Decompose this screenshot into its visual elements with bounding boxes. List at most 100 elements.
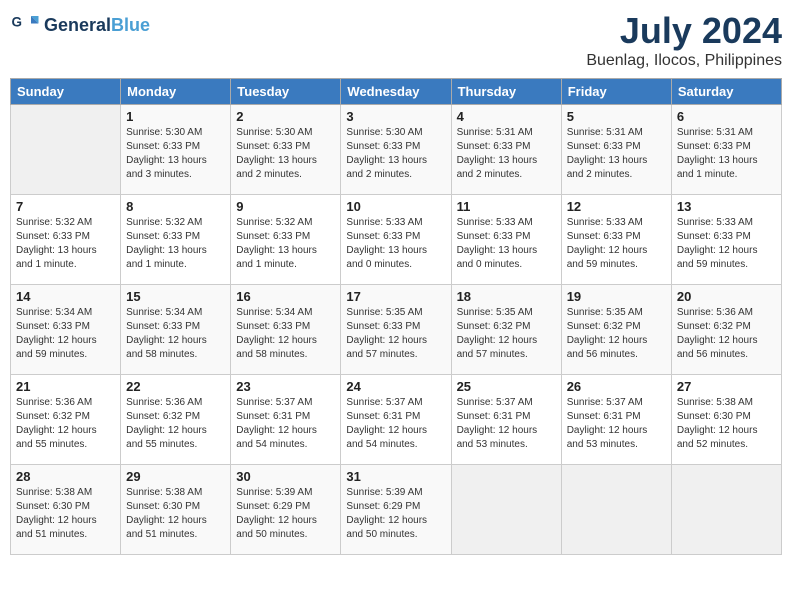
day-number: 16 [236,289,335,304]
day-info: Sunrise: 5:30 AMSunset: 6:33 PMDaylight:… [236,126,335,182]
day-number: 11 [457,199,556,214]
day-info: Sunrise: 5:37 AMSunset: 6:31 PMDaylight:… [567,396,666,452]
day-number: 15 [126,289,225,304]
calendar-week-2: 7 Sunrise: 5:32 AMSunset: 6:33 PMDayligh… [11,195,782,285]
col-header-saturday: Saturday [671,79,781,105]
logo: G GeneralBlue [10,10,150,40]
day-number: 8 [126,199,225,214]
calendar-cell: 2 Sunrise: 5:30 AMSunset: 6:33 PMDayligh… [231,105,341,195]
day-number: 31 [346,469,445,484]
day-info: Sunrise: 5:35 AMSunset: 6:32 PMDaylight:… [567,306,666,362]
day-info: Sunrise: 5:35 AMSunset: 6:33 PMDaylight:… [346,306,445,362]
calendar-cell: 3 Sunrise: 5:30 AMSunset: 6:33 PMDayligh… [341,105,451,195]
day-number: 23 [236,379,335,394]
day-info: Sunrise: 5:31 AMSunset: 6:33 PMDaylight:… [457,126,556,182]
day-number: 26 [567,379,666,394]
col-header-monday: Monday [121,79,231,105]
day-info: Sunrise: 5:37 AMSunset: 6:31 PMDaylight:… [346,396,445,452]
calendar-cell: 27 Sunrise: 5:38 AMSunset: 6:30 PMDaylig… [671,375,781,465]
day-info: Sunrise: 5:39 AMSunset: 6:29 PMDaylight:… [236,486,335,542]
day-number: 5 [567,109,666,124]
calendar-cell: 31 Sunrise: 5:39 AMSunset: 6:29 PMDaylig… [341,465,451,555]
col-header-wednesday: Wednesday [341,79,451,105]
day-number: 22 [126,379,225,394]
day-number: 12 [567,199,666,214]
logo-icon: G [10,10,40,40]
month-year-title: July 2024 [586,10,782,52]
day-info: Sunrise: 5:39 AMSunset: 6:29 PMDaylight:… [346,486,445,542]
calendar-cell: 21 Sunrise: 5:36 AMSunset: 6:32 PMDaylig… [11,375,121,465]
day-number: 7 [16,199,115,214]
day-number: 21 [16,379,115,394]
day-info: Sunrise: 5:33 AMSunset: 6:33 PMDaylight:… [677,216,776,272]
calendar-cell [11,105,121,195]
col-header-tuesday: Tuesday [231,79,341,105]
day-number: 2 [236,109,335,124]
day-info: Sunrise: 5:34 AMSunset: 6:33 PMDaylight:… [126,306,225,362]
calendar-week-1: 1 Sunrise: 5:30 AMSunset: 6:33 PMDayligh… [11,105,782,195]
calendar-cell: 24 Sunrise: 5:37 AMSunset: 6:31 PMDaylig… [341,375,451,465]
day-info: Sunrise: 5:38 AMSunset: 6:30 PMDaylight:… [16,486,115,542]
calendar-week-4: 21 Sunrise: 5:36 AMSunset: 6:32 PMDaylig… [11,375,782,465]
title-block: July 2024 Buenlag, Ilocos, Philippines [586,10,782,70]
day-number: 14 [16,289,115,304]
calendar-cell: 14 Sunrise: 5:34 AMSunset: 6:33 PMDaylig… [11,285,121,375]
day-info: Sunrise: 5:34 AMSunset: 6:33 PMDaylight:… [16,306,115,362]
calendar-cell: 16 Sunrise: 5:34 AMSunset: 6:33 PMDaylig… [231,285,341,375]
col-header-sunday: Sunday [11,79,121,105]
day-info: Sunrise: 5:37 AMSunset: 6:31 PMDaylight:… [457,396,556,452]
day-number: 9 [236,199,335,214]
day-info: Sunrise: 5:38 AMSunset: 6:30 PMDaylight:… [677,396,776,452]
day-number: 28 [16,469,115,484]
location-label: Buenlag, Ilocos, Philippines [586,52,782,70]
day-info: Sunrise: 5:33 AMSunset: 6:33 PMDaylight:… [346,216,445,272]
day-number: 24 [346,379,445,394]
calendar-cell [451,465,561,555]
day-number: 20 [677,289,776,304]
day-number: 1 [126,109,225,124]
calendar-cell: 8 Sunrise: 5:32 AMSunset: 6:33 PMDayligh… [121,195,231,285]
calendar-cell: 22 Sunrise: 5:36 AMSunset: 6:32 PMDaylig… [121,375,231,465]
day-number: 29 [126,469,225,484]
day-info: Sunrise: 5:30 AMSunset: 6:33 PMDaylight:… [346,126,445,182]
day-number: 27 [677,379,776,394]
calendar-cell: 20 Sunrise: 5:36 AMSunset: 6:32 PMDaylig… [671,285,781,375]
calendar-cell: 1 Sunrise: 5:30 AMSunset: 6:33 PMDayligh… [121,105,231,195]
calendar-cell: 9 Sunrise: 5:32 AMSunset: 6:33 PMDayligh… [231,195,341,285]
day-info: Sunrise: 5:32 AMSunset: 6:33 PMDaylight:… [126,216,225,272]
day-number: 30 [236,469,335,484]
calendar-cell: 15 Sunrise: 5:34 AMSunset: 6:33 PMDaylig… [121,285,231,375]
calendar-cell: 28 Sunrise: 5:38 AMSunset: 6:30 PMDaylig… [11,465,121,555]
day-info: Sunrise: 5:35 AMSunset: 6:32 PMDaylight:… [457,306,556,362]
day-number: 6 [677,109,776,124]
svg-text:G: G [12,15,23,30]
calendar-cell: 18 Sunrise: 5:35 AMSunset: 6:32 PMDaylig… [451,285,561,375]
calendar-header-row: SundayMondayTuesdayWednesdayThursdayFrid… [11,79,782,105]
day-info: Sunrise: 5:38 AMSunset: 6:30 PMDaylight:… [126,486,225,542]
day-number: 13 [677,199,776,214]
calendar-cell: 12 Sunrise: 5:33 AMSunset: 6:33 PMDaylig… [561,195,671,285]
logo-text: GeneralBlue [44,15,150,36]
day-info: Sunrise: 5:30 AMSunset: 6:33 PMDaylight:… [126,126,225,182]
calendar-cell: 30 Sunrise: 5:39 AMSunset: 6:29 PMDaylig… [231,465,341,555]
calendar-cell: 10 Sunrise: 5:33 AMSunset: 6:33 PMDaylig… [341,195,451,285]
day-info: Sunrise: 5:33 AMSunset: 6:33 PMDaylight:… [457,216,556,272]
day-info: Sunrise: 5:32 AMSunset: 6:33 PMDaylight:… [16,216,115,272]
col-header-friday: Friday [561,79,671,105]
calendar-cell: 11 Sunrise: 5:33 AMSunset: 6:33 PMDaylig… [451,195,561,285]
calendar-cell: 13 Sunrise: 5:33 AMSunset: 6:33 PMDaylig… [671,195,781,285]
day-number: 17 [346,289,445,304]
calendar-cell: 23 Sunrise: 5:37 AMSunset: 6:31 PMDaylig… [231,375,341,465]
calendar-cell: 5 Sunrise: 5:31 AMSunset: 6:33 PMDayligh… [561,105,671,195]
day-info: Sunrise: 5:33 AMSunset: 6:33 PMDaylight:… [567,216,666,272]
calendar-cell: 29 Sunrise: 5:38 AMSunset: 6:30 PMDaylig… [121,465,231,555]
calendar-cell: 17 Sunrise: 5:35 AMSunset: 6:33 PMDaylig… [341,285,451,375]
day-info: Sunrise: 5:32 AMSunset: 6:33 PMDaylight:… [236,216,335,272]
calendar-cell: 4 Sunrise: 5:31 AMSunset: 6:33 PMDayligh… [451,105,561,195]
day-info: Sunrise: 5:31 AMSunset: 6:33 PMDaylight:… [567,126,666,182]
calendar-table: SundayMondayTuesdayWednesdayThursdayFrid… [10,78,782,555]
col-header-thursday: Thursday [451,79,561,105]
day-info: Sunrise: 5:36 AMSunset: 6:32 PMDaylight:… [16,396,115,452]
day-number: 4 [457,109,556,124]
calendar-cell: 25 Sunrise: 5:37 AMSunset: 6:31 PMDaylig… [451,375,561,465]
